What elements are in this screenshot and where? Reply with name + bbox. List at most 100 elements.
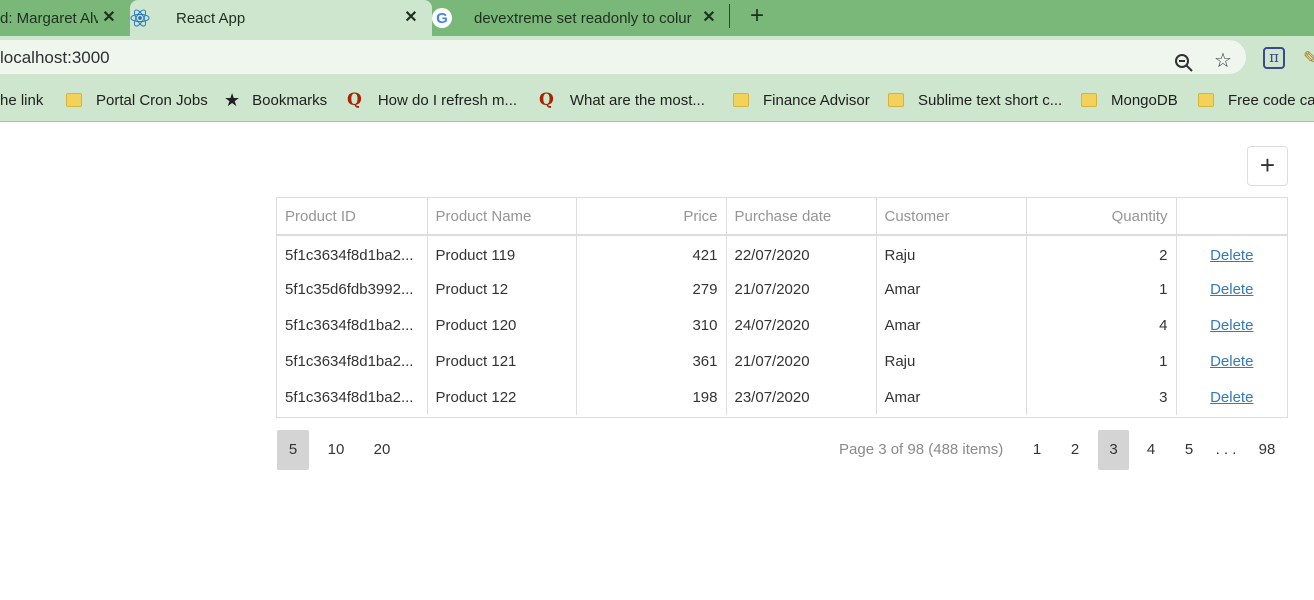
add-row-button[interactable]: + (1247, 146, 1288, 186)
tab-margaret[interactable]: d: Margaret Alv ✕ (0, 0, 130, 36)
cell-product-id[interactable]: 5f1c35d6fdb3992... (277, 271, 428, 307)
table-row[interactable]: 5f1c35d6fdb3992... Product 12 279 21/07/… (277, 271, 1287, 307)
bookmark-item[interactable]: he link (0, 90, 43, 110)
delete-link[interactable]: Delete (1210, 353, 1253, 370)
column-header-quantity[interactable]: Quantity (1026, 198, 1177, 236)
pager: 5 10 20 Page 3 of 98 (488 items) 1 2 3 4… (276, 430, 1288, 470)
tab-title: d: Margaret Alv (0, 9, 98, 27)
cell-quantity[interactable]: 2 (1026, 235, 1177, 271)
cell-price[interactable]: 421 (576, 235, 727, 271)
tab-devextreme-search[interactable]: G devextreme set readonly to colur ✕ (432, 0, 730, 36)
cell-quantity[interactable]: 3 (1026, 379, 1177, 415)
table-row[interactable]: 5f1c3634f8d1ba2... Product 119 421 22/07… (277, 235, 1287, 271)
cell-product-name[interactable]: Product 119 (427, 235, 577, 271)
cell-purchase-date[interactable]: 23/07/2020 (726, 379, 877, 415)
bookmark-label: Portal Cron Jobs (96, 91, 208, 109)
cell-product-name[interactable]: Product 121 (427, 343, 577, 379)
cell-product-id[interactable]: 5f1c3634f8d1ba2... (277, 307, 428, 343)
close-icon[interactable]: ✕ (402, 9, 420, 27)
extension-pencil-icon[interactable]: ✎ (1303, 48, 1314, 68)
star-icon: ★ (224, 89, 241, 110)
page-info: Page 3 of 98 (488 items) (839, 441, 1004, 458)
cell-price[interactable]: 279 (576, 271, 727, 307)
cell-quantity[interactable]: 1 (1026, 343, 1177, 379)
close-icon[interactable]: ✕ (700, 9, 718, 27)
bookmark-label: What are the most... (569, 91, 705, 109)
page-button-3[interactable]: 3 (1098, 430, 1129, 470)
cell-customer[interactable]: Amar (876, 307, 1027, 343)
cell-purchase-date[interactable]: 21/07/2020 (726, 343, 877, 379)
table-row[interactable]: 5f1c3634f8d1ba2... Product 120 310 24/07… (277, 307, 1287, 343)
cell-purchase-date[interactable]: 21/07/2020 (726, 271, 877, 307)
bookmark-item[interactable]: Sublime text short c... (888, 90, 1062, 110)
bookmark-label: Free code camp (1228, 91, 1314, 109)
tab-title: devextreme set readonly to colur (474, 9, 692, 27)
bookmark-item[interactable]: Portal Cron Jobs (66, 90, 208, 110)
column-header-product-id[interactable]: Product ID (277, 198, 428, 236)
tab-title: React App (176, 9, 246, 27)
column-header-product-name[interactable]: Product Name (427, 198, 577, 236)
new-tab-button[interactable]: + (744, 4, 770, 30)
table-row[interactable]: 5f1c3634f8d1ba2... Product 122 198 23/07… (277, 379, 1287, 415)
bookmark-item[interactable]: Q What are the most... (539, 90, 705, 110)
page-size-10[interactable]: 10 (320, 430, 352, 470)
table-row[interactable]: 5f1c3634f8d1ba2... Product 121 361 21/07… (277, 343, 1287, 379)
cell-price[interactable]: 198 (576, 379, 727, 415)
cell-product-name[interactable]: Product 12 (427, 271, 577, 307)
cell-product-name[interactable]: Product 122 (427, 379, 577, 415)
zoom-out-icon[interactable] (1174, 53, 1194, 73)
page-button-98[interactable]: 98 (1250, 430, 1284, 470)
folder-icon (888, 93, 904, 107)
cell-product-id[interactable]: 5f1c3634f8d1ba2... (277, 235, 428, 271)
column-header-purchase-date[interactable]: Purchase date (726, 198, 877, 236)
close-icon[interactable]: ✕ (100, 9, 118, 27)
column-header-price[interactable]: Price (576, 198, 727, 236)
column-header-customer[interactable]: Customer (876, 198, 1027, 236)
page-button-2[interactable]: 2 (1060, 430, 1090, 470)
page-button-1[interactable]: 1 (1022, 430, 1052, 470)
page-button-4[interactable]: 4 (1136, 430, 1166, 470)
bookmark-label: How do I refresh m... (377, 91, 518, 109)
header-row: Product ID Product Name Price Purchase d… (277, 198, 1287, 236)
cell-product-id[interactable]: 5f1c3634f8d1ba2... (277, 379, 428, 415)
cell-purchase-date[interactable]: 24/07/2020 (726, 307, 877, 343)
bookmark-star-icon[interactable]: ☆ (1214, 51, 1234, 71)
bookmark-item[interactable]: Q How do I refresh m... (347, 90, 517, 110)
folder-icon (733, 93, 749, 107)
cell-quantity[interactable]: 4 (1026, 307, 1177, 343)
delete-link[interactable]: Delete (1210, 281, 1253, 298)
cell-product-name[interactable]: Product 120 (427, 307, 577, 343)
bookmark-label: he link (0, 91, 44, 109)
cell-customer[interactable]: Amar (876, 271, 1027, 307)
address-bar[interactable]: localhost:3000 ☆ (0, 40, 1246, 74)
page-size-20[interactable]: 20 (366, 430, 398, 470)
bookmark-item[interactable]: ★ Bookmarks (224, 90, 327, 110)
cell-actions: Delete (1176, 307, 1287, 343)
cell-product-id[interactable]: 5f1c3634f8d1ba2... (277, 343, 428, 379)
page-ellipsis: . . . (1215, 441, 1237, 458)
page-size-5[interactable]: 5 (277, 430, 309, 470)
google-icon: G (432, 8, 452, 28)
tab-react-app[interactable]: React App ✕ (130, 0, 432, 36)
cell-price[interactable]: 361 (576, 343, 727, 379)
bookmark-label: Sublime text short c... (918, 91, 1063, 109)
url-text[interactable]: localhost:3000 (0, 48, 110, 68)
delete-link[interactable]: Delete (1210, 389, 1253, 406)
quora-icon: Q (539, 90, 554, 110)
delete-link[interactable]: Delete (1210, 247, 1253, 264)
cell-customer[interactable]: Raju (876, 343, 1027, 379)
cell-actions: Delete (1176, 379, 1287, 415)
cell-quantity[interactable]: 1 (1026, 271, 1177, 307)
bookmark-item[interactable]: Free code camp (1198, 90, 1314, 110)
cell-purchase-date[interactable]: 22/07/2020 (726, 235, 877, 271)
tab-divider (729, 4, 730, 28)
cell-price[interactable]: 310 (576, 307, 727, 343)
page-button-5[interactable]: 5 (1174, 430, 1204, 470)
bookmark-label: MongoDB (1111, 91, 1178, 109)
extension-icon[interactable]: π (1263, 47, 1285, 69)
delete-link[interactable]: Delete (1210, 317, 1253, 334)
bookmark-item[interactable]: Finance Advisor (733, 90, 870, 110)
cell-customer[interactable]: Raju (876, 235, 1027, 271)
bookmark-item[interactable]: MongoDB (1081, 90, 1178, 110)
cell-customer[interactable]: Amar (876, 379, 1027, 415)
